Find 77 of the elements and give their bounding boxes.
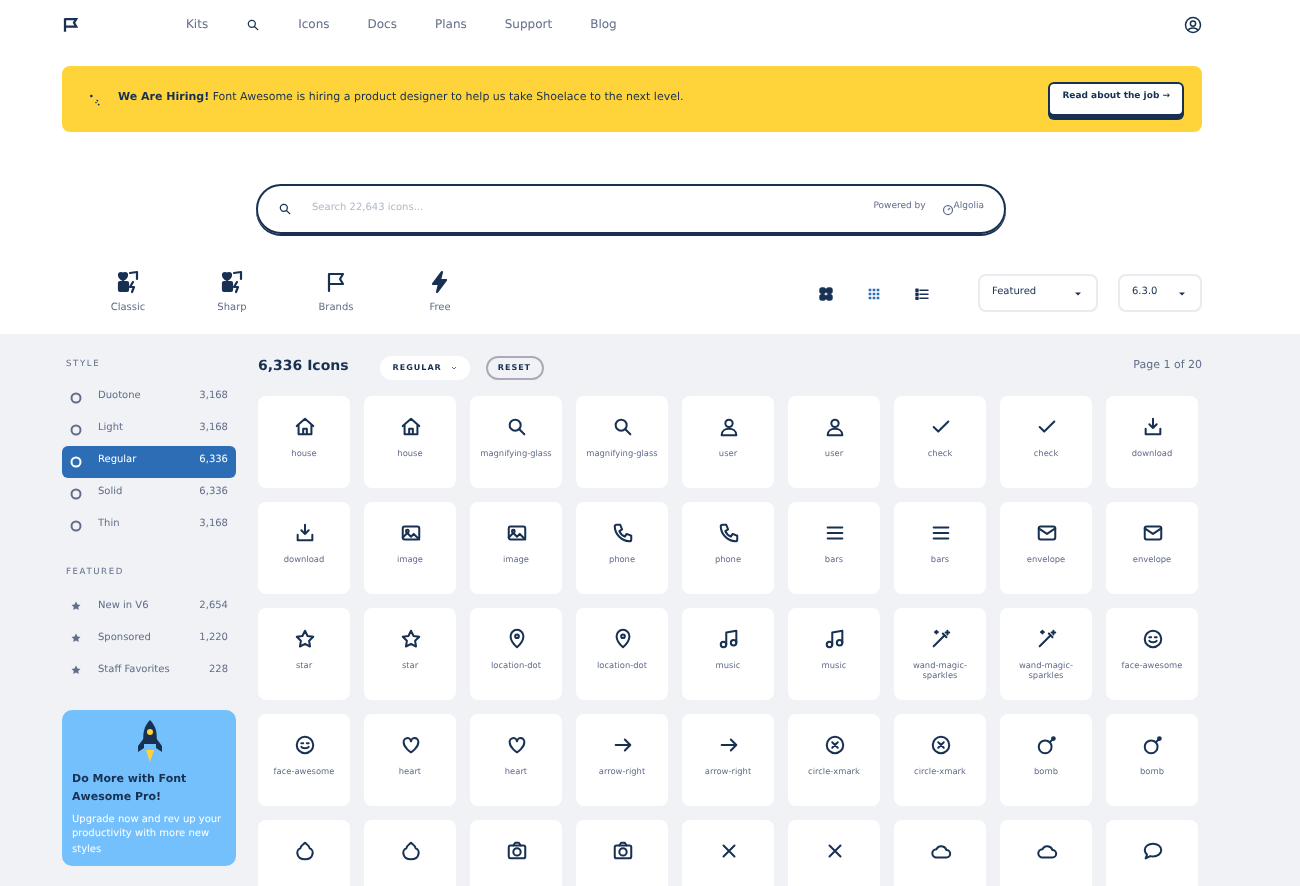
circle-x-icon: [823, 733, 845, 755]
icon-tile[interactable]: [788, 819, 880, 885]
flag-icon[interactable]: [324, 270, 348, 294]
cloud-icon: [1035, 839, 1057, 861]
arrow-right-icon: [717, 733, 739, 755]
arrow-right-icon: [611, 733, 633, 755]
icon-tile[interactable]: [364, 819, 456, 885]
camera-icon: [505, 839, 527, 861]
star-icon: [70, 664, 82, 677]
list-icon[interactable]: [914, 285, 930, 302]
heart-icon: [399, 733, 421, 755]
circle-icon: [70, 455, 82, 468]
phone-icon: [717, 521, 739, 543]
circle-icon: [70, 487, 82, 500]
circle-icon: [70, 391, 82, 404]
user-icon: [717, 415, 739, 437]
bomb-icon: [1035, 733, 1057, 755]
close-icon: [717, 839, 739, 861]
star-icon: [70, 600, 82, 613]
magic-wand-icon: [1035, 627, 1057, 649]
face-icon: [1141, 627, 1163, 649]
large-grid-icon[interactable]: [818, 285, 834, 302]
pile-icon: [293, 839, 315, 861]
music-note-icon: [717, 627, 739, 649]
image-icon: [505, 521, 527, 543]
caret-icon: [1072, 287, 1084, 300]
bomb-icon: [1141, 733, 1163, 755]
heart-icon: [505, 733, 527, 755]
phone-icon: [611, 521, 633, 543]
search-icon[interactable]: [246, 18, 261, 32]
lightning-bolt-icon[interactable]: [428, 270, 452, 294]
speech-bubble-icon: [1141, 839, 1163, 861]
location-pin-icon: [505, 627, 527, 649]
search-icon: [278, 202, 292, 216]
icon-tile[interactable]: [1106, 819, 1198, 885]
cloud-icon: [929, 839, 951, 861]
caret-icon: [1176, 287, 1188, 300]
sparkle-icon: [86, 91, 102, 107]
grid-icon[interactable]: [866, 285, 882, 302]
pile-icon: [399, 839, 421, 861]
star-icon: [399, 627, 421, 649]
download-icon: [293, 521, 315, 543]
search-icon: [611, 415, 633, 437]
star-icon: [293, 627, 315, 649]
envelope-icon: [1035, 521, 1057, 543]
check-icon: [1035, 415, 1057, 437]
logo-flag-icon[interactable]: [62, 16, 80, 34]
menu-icon: [823, 521, 845, 543]
icon-tile[interactable]: [682, 819, 774, 885]
icon-tile[interactable]: [258, 819, 350, 885]
envelope-icon: [1141, 521, 1163, 543]
user-icon: [823, 415, 845, 437]
image-icon: [399, 521, 421, 543]
music-note-icon: [823, 627, 845, 649]
check-icon: [929, 415, 951, 437]
icon-tile[interactable]: [470, 819, 562, 885]
circle-icon: [70, 519, 82, 532]
icon-collage-icon[interactable]: [116, 270, 140, 294]
circle-x-icon: [929, 733, 951, 755]
circle-icon: [70, 423, 82, 436]
icon-tile[interactable]: [894, 819, 986, 885]
location-pin-icon: [611, 627, 633, 649]
stopwatch-icon: [941, 203, 954, 215]
close-icon: [823, 839, 845, 861]
camera-icon: [611, 839, 633, 861]
star-icon: [70, 632, 82, 645]
icon-tile[interactable]: [576, 819, 668, 885]
magic-wand-icon: [929, 627, 951, 649]
icon-collage-icon[interactable]: [220, 270, 244, 294]
account-icon[interactable]: [1184, 16, 1202, 34]
search-icon: [505, 415, 527, 437]
face-icon: [293, 733, 315, 755]
download-icon: [1141, 415, 1163, 437]
icon-tile[interactable]: [1000, 819, 1092, 885]
menu-icon: [929, 521, 951, 543]
house-icon: [293, 415, 315, 437]
house-icon: [399, 415, 421, 437]
